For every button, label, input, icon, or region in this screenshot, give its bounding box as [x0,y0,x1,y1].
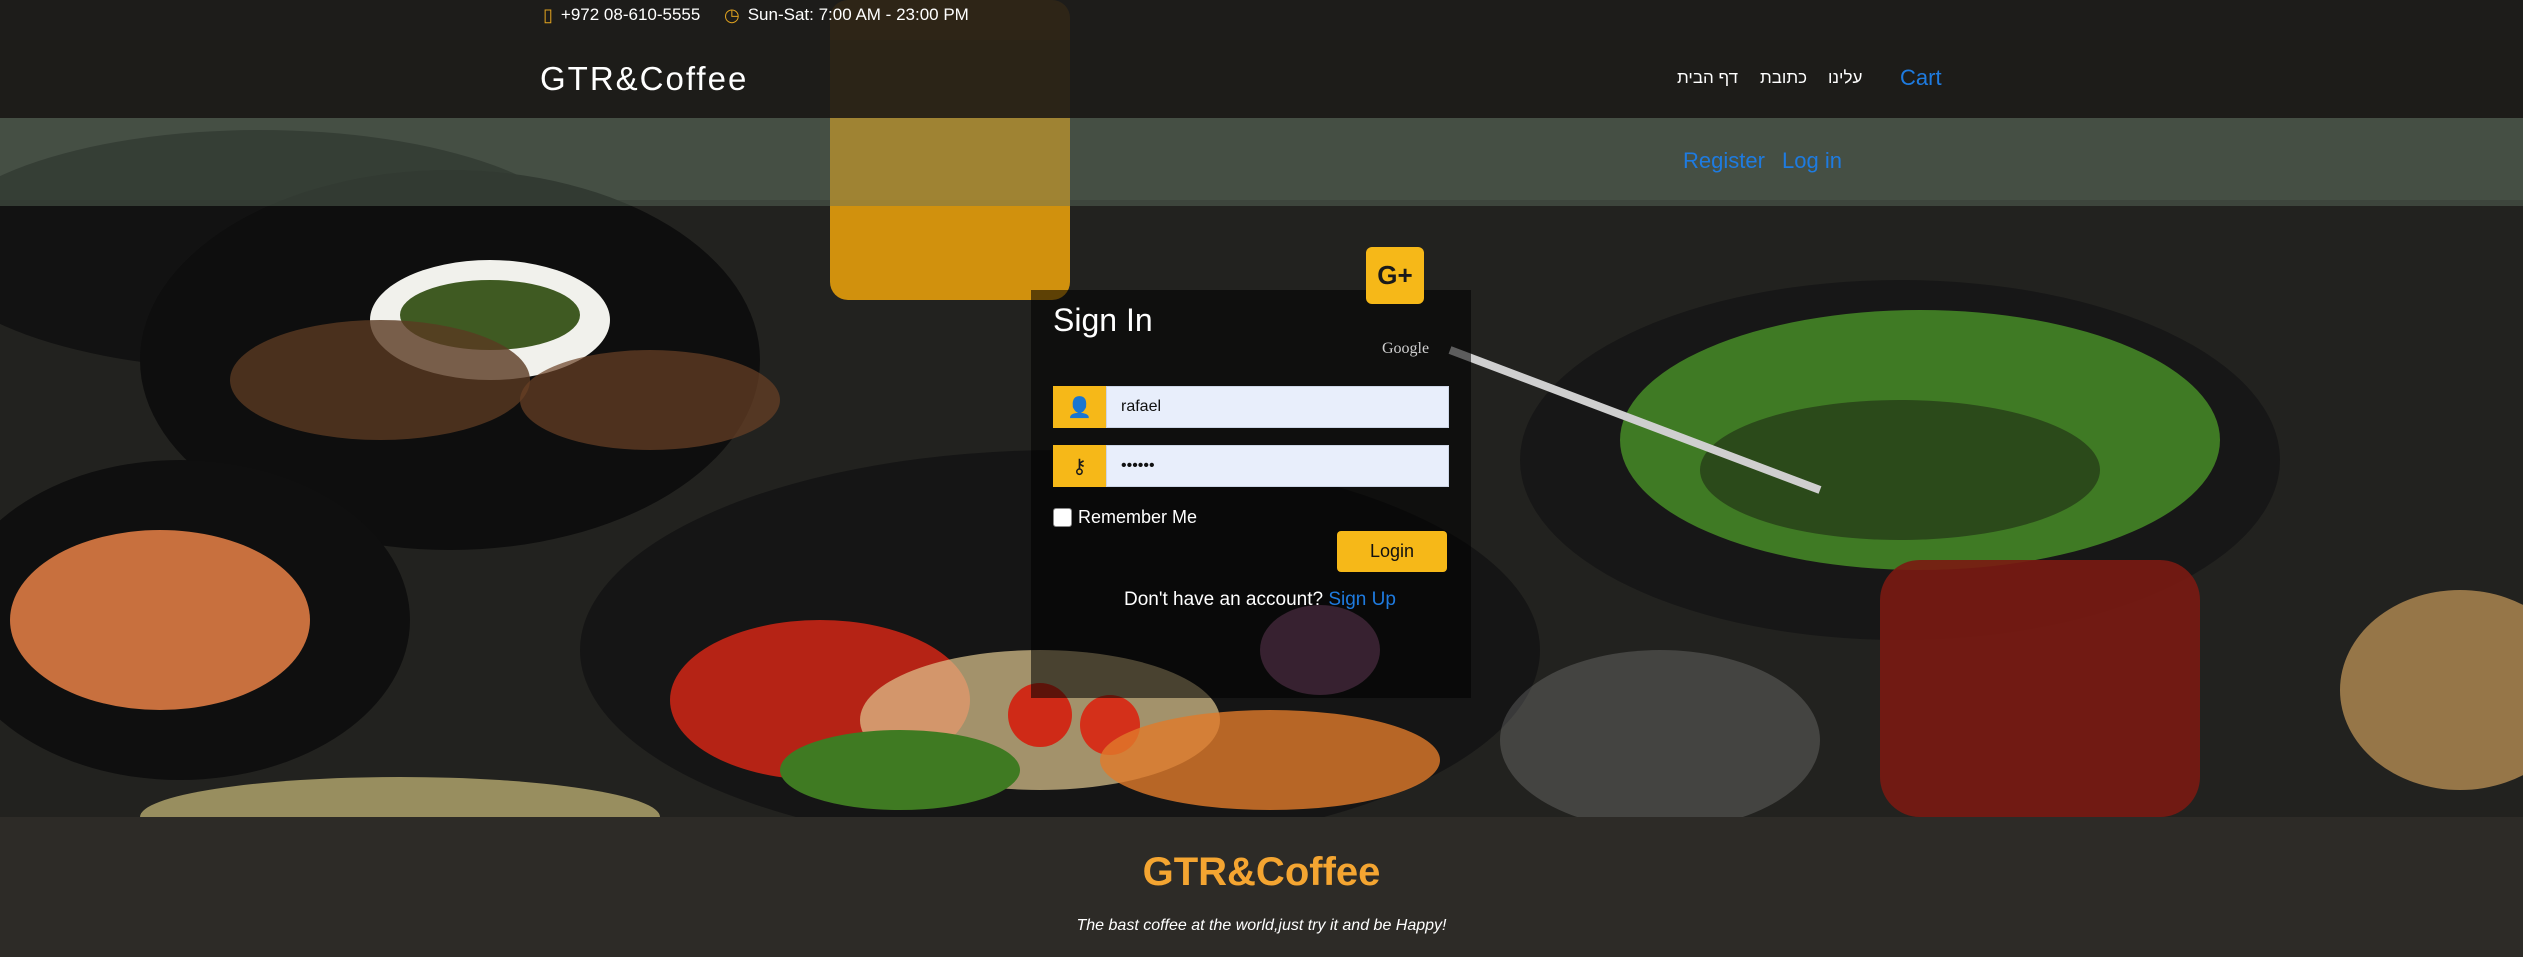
signup-prompt: Don't have an account? Sign Up [1124,589,1396,611]
remember-me-checkbox[interactable] [1053,508,1072,527]
password-input[interactable]: •••••• [1106,445,1449,487]
hours-info: ◷ Sun-Sat: 7:00 AM - 23:00 PM [724,0,969,30]
sign-up-link[interactable]: Sign Up [1328,589,1396,610]
footer-title: GTR&Coffee [1142,850,1381,894]
key-icon: ⚷ [1053,445,1106,487]
nav-link-home[interactable]: דף הבית [1677,68,1738,88]
username-field: 👤 rafael [1053,386,1449,428]
cart-link[interactable]: Cart [1900,65,1942,91]
login-link[interactable]: Log in [1782,148,1842,174]
brand-logo[interactable]: GTR&Coffee [540,60,748,98]
main-navbar: GTR&Coffee דף הבית כתובת עלינו Cart [0,40,2523,118]
username-input[interactable]: rafael [1106,386,1449,428]
sign-in-title: Sign In [1053,302,1153,338]
google-plus-button[interactable]: G+ [1366,247,1424,304]
no-account-text: Don't have an account? [1124,589,1329,610]
phone-info: ▯ +972 08-610-5555 [543,0,700,30]
user-icon: 👤 [1053,386,1106,428]
register-link[interactable]: Register [1683,148,1765,174]
mobile-phone-icon: ▯ [543,4,553,25]
footer-tagline: The bast coffee at the world,just try it… [1076,917,1447,934]
auth-bar: Register Log in [0,118,2523,206]
remember-me-label: Remember Me [1078,507,1198,527]
footer: GTR&Coffee The bast coffee at the world,… [0,817,2523,957]
clock-icon: ◷ [724,4,740,25]
password-field: ⚷ •••••• [1053,445,1449,487]
nav-link-address[interactable]: כתובת [1760,68,1807,88]
remember-me: Remember Me [1053,507,1197,528]
login-button[interactable]: Login [1337,531,1447,572]
top-info-bar: ▯ +972 08-610-5555 ◷ Sun-Sat: 7:00 AM - … [0,0,2523,40]
opening-hours: Sun-Sat: 7:00 AM - 23:00 PM [747,5,969,24]
google-label: Google [1382,340,1430,357]
phone-number: +972 08-610-5555 [560,5,701,24]
nav-link-about[interactable]: עלינו [1828,68,1862,88]
